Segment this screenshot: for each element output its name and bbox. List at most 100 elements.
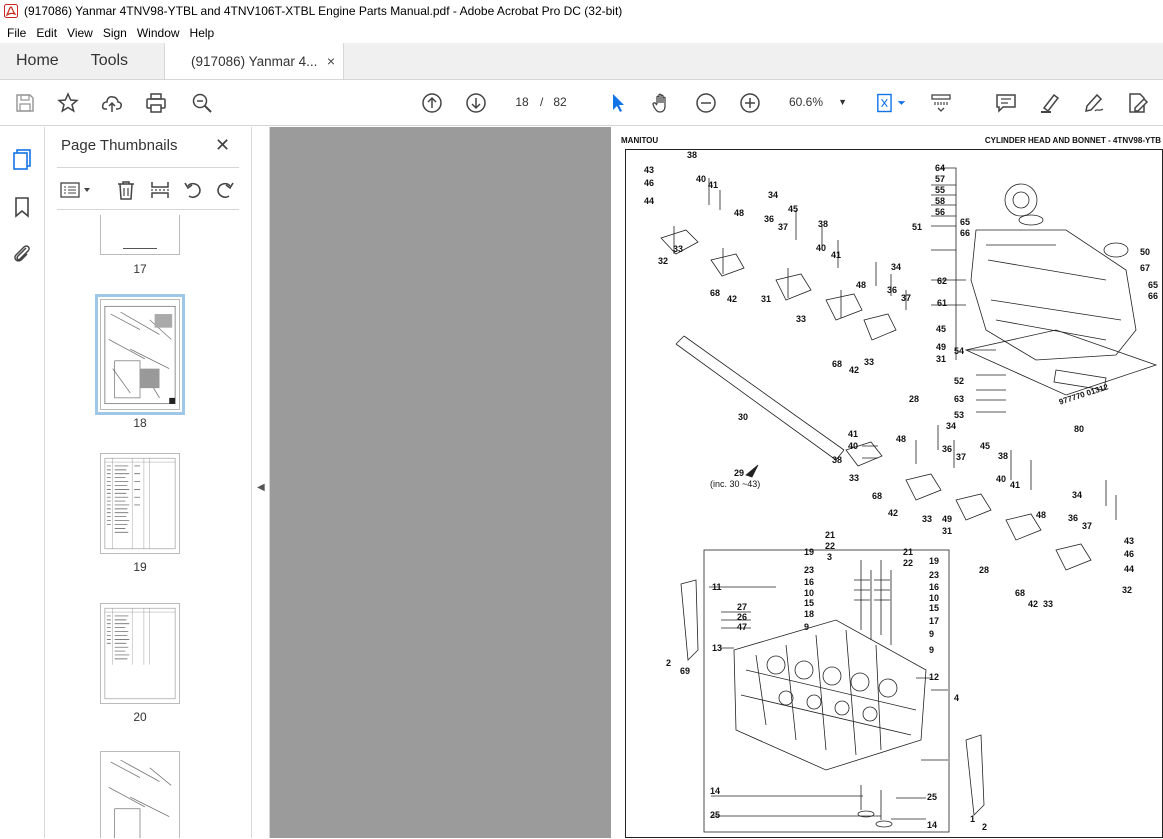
part-callout: 13 xyxy=(712,643,723,653)
part-callout: 34 xyxy=(891,262,902,272)
tab-home[interactable]: Home xyxy=(0,43,75,79)
highlight-icon[interactable] xyxy=(1038,91,1062,115)
part-callout: 19 xyxy=(804,547,815,557)
thumbnail-preview xyxy=(104,305,176,405)
window-title: (917086) Yanmar 4TNV98-YTBL and 4TNV106T… xyxy=(24,4,623,18)
part-callout: 19 xyxy=(929,556,940,566)
thumbnail-preview xyxy=(104,457,176,550)
part-callout: 67 xyxy=(1140,263,1151,273)
comment-icon[interactable] xyxy=(994,91,1018,115)
attachments-icon[interactable] xyxy=(10,241,34,265)
upload-icon[interactable] xyxy=(100,91,124,115)
thumbnail-preview xyxy=(104,607,176,700)
part-callout: 52 xyxy=(954,376,965,386)
panel-collapse-handle[interactable]: ◀ xyxy=(253,127,270,838)
part-callout: 25 xyxy=(710,810,721,820)
tab-close-icon[interactable]: × xyxy=(327,53,335,69)
group-callout-note: (inc. 30 ~43) xyxy=(710,479,761,489)
part-callout: 43 xyxy=(1124,536,1135,546)
select-cursor-icon[interactable] xyxy=(606,91,630,115)
bookmarks-icon[interactable] xyxy=(10,195,34,219)
save-icon[interactable] xyxy=(13,91,37,115)
zoom-select[interactable]: 60.6% ▼ xyxy=(781,90,853,114)
zoom-out-icon[interactable] xyxy=(694,91,718,115)
part-callout: 34 xyxy=(1072,490,1083,500)
thumbnail-page-20[interactable] xyxy=(100,603,180,704)
part-callout: 44 xyxy=(1124,564,1135,574)
page-count: / 82 xyxy=(540,90,570,114)
menu-window[interactable]: Window xyxy=(132,26,185,40)
part-callout: 4 xyxy=(954,693,960,703)
part-callout: 68 xyxy=(832,359,843,369)
acrobat-icon xyxy=(4,4,18,18)
menu-help[interactable]: Help xyxy=(185,26,220,40)
part-callout: 10 xyxy=(929,593,940,603)
part-callout: 34 xyxy=(768,190,779,200)
page-separator: / xyxy=(540,95,544,109)
part-callout: 9 xyxy=(804,622,810,632)
part-callout: 61 xyxy=(937,298,948,308)
part-callout: 37 xyxy=(956,452,967,462)
part-callout: 11 xyxy=(712,582,722,592)
thumbnail-page-17[interactable] xyxy=(100,215,180,255)
print-icon[interactable] xyxy=(144,91,168,115)
part-callout: 55 xyxy=(935,185,946,195)
thumbnail-label: 19 xyxy=(133,560,147,574)
page-thumbnails-icon[interactable] xyxy=(10,147,34,171)
menu-file[interactable]: File xyxy=(2,26,31,40)
part-callout: 68 xyxy=(710,288,721,298)
menu-view[interactable]: View xyxy=(62,26,98,40)
page-up-icon[interactable] xyxy=(420,91,444,115)
part-callout: 57 xyxy=(935,174,946,184)
document-canvas[interactable]: MANITOU CYLINDER HEAD AND BONNET - 4TNV9… xyxy=(270,127,1163,838)
fit-page-icon[interactable] xyxy=(874,91,910,115)
part-callout: 63 xyxy=(954,394,965,404)
scroll-mode-icon[interactable] xyxy=(929,91,953,115)
menu-edit[interactable]: Edit xyxy=(31,26,62,40)
thumbnail-page-19[interactable] xyxy=(100,453,180,554)
part-callout: 17 xyxy=(929,616,940,626)
part-callout: 46 xyxy=(644,178,655,188)
part-callout: 51 xyxy=(912,222,923,232)
part-callout: 22 xyxy=(903,558,914,568)
part-callout: 68 xyxy=(1015,588,1026,598)
part-callout: 64 xyxy=(935,163,946,173)
toolbar xyxy=(0,80,1163,126)
part-callout: 43 xyxy=(644,165,655,175)
part-callout: 36 xyxy=(1068,513,1079,523)
sign-icon[interactable] xyxy=(1082,91,1106,115)
thumbnail-page-21[interactable] xyxy=(100,751,180,838)
page-down-icon[interactable] xyxy=(464,91,488,115)
page-number-input[interactable]: 18 xyxy=(507,90,537,114)
options-menu-icon[interactable] xyxy=(59,180,93,200)
menu-sign[interactable]: Sign xyxy=(98,26,132,40)
search-zoom-icon[interactable] xyxy=(190,91,214,115)
thumbnail-page-18[interactable] xyxy=(95,294,185,415)
hand-icon[interactable] xyxy=(650,91,674,115)
part-callout: 3 xyxy=(827,552,833,562)
part-callout: 45 xyxy=(980,441,991,451)
bookmark-star-icon[interactable] xyxy=(56,91,80,115)
rotate-right-icon[interactable] xyxy=(214,179,236,201)
part-callout: 2 xyxy=(666,658,672,668)
part-callout: 38 xyxy=(998,451,1009,461)
part-callout: 41 xyxy=(831,250,842,260)
tab-document[interactable]: (917086) Yanmar 4... × xyxy=(164,43,345,79)
tab-tools[interactable]: Tools xyxy=(75,43,144,79)
part-callout: 40 xyxy=(996,474,1007,484)
delete-icon[interactable] xyxy=(115,179,137,201)
left-rail xyxy=(0,127,45,838)
part-callout: 42 xyxy=(1028,599,1039,609)
part-callout: 36 xyxy=(764,214,775,224)
part-callout: 40 xyxy=(816,243,827,253)
pdf-page: MANITOU CYLINDER HEAD AND BONNET - 4TNV9… xyxy=(611,127,1163,838)
panel-close-icon[interactable]: ✕ xyxy=(215,135,230,156)
part-callout: 41 xyxy=(708,180,719,190)
zoom-in-icon[interactable] xyxy=(738,91,762,115)
chevron-left-icon[interactable]: ◀ xyxy=(257,482,265,493)
part-callout: 37 xyxy=(778,222,789,232)
edit-pdf-icon[interactable] xyxy=(1126,91,1150,115)
extract-pages-icon[interactable] xyxy=(149,179,171,201)
part-callout: 9 xyxy=(929,645,935,655)
rotate-left-icon[interactable] xyxy=(182,179,204,201)
